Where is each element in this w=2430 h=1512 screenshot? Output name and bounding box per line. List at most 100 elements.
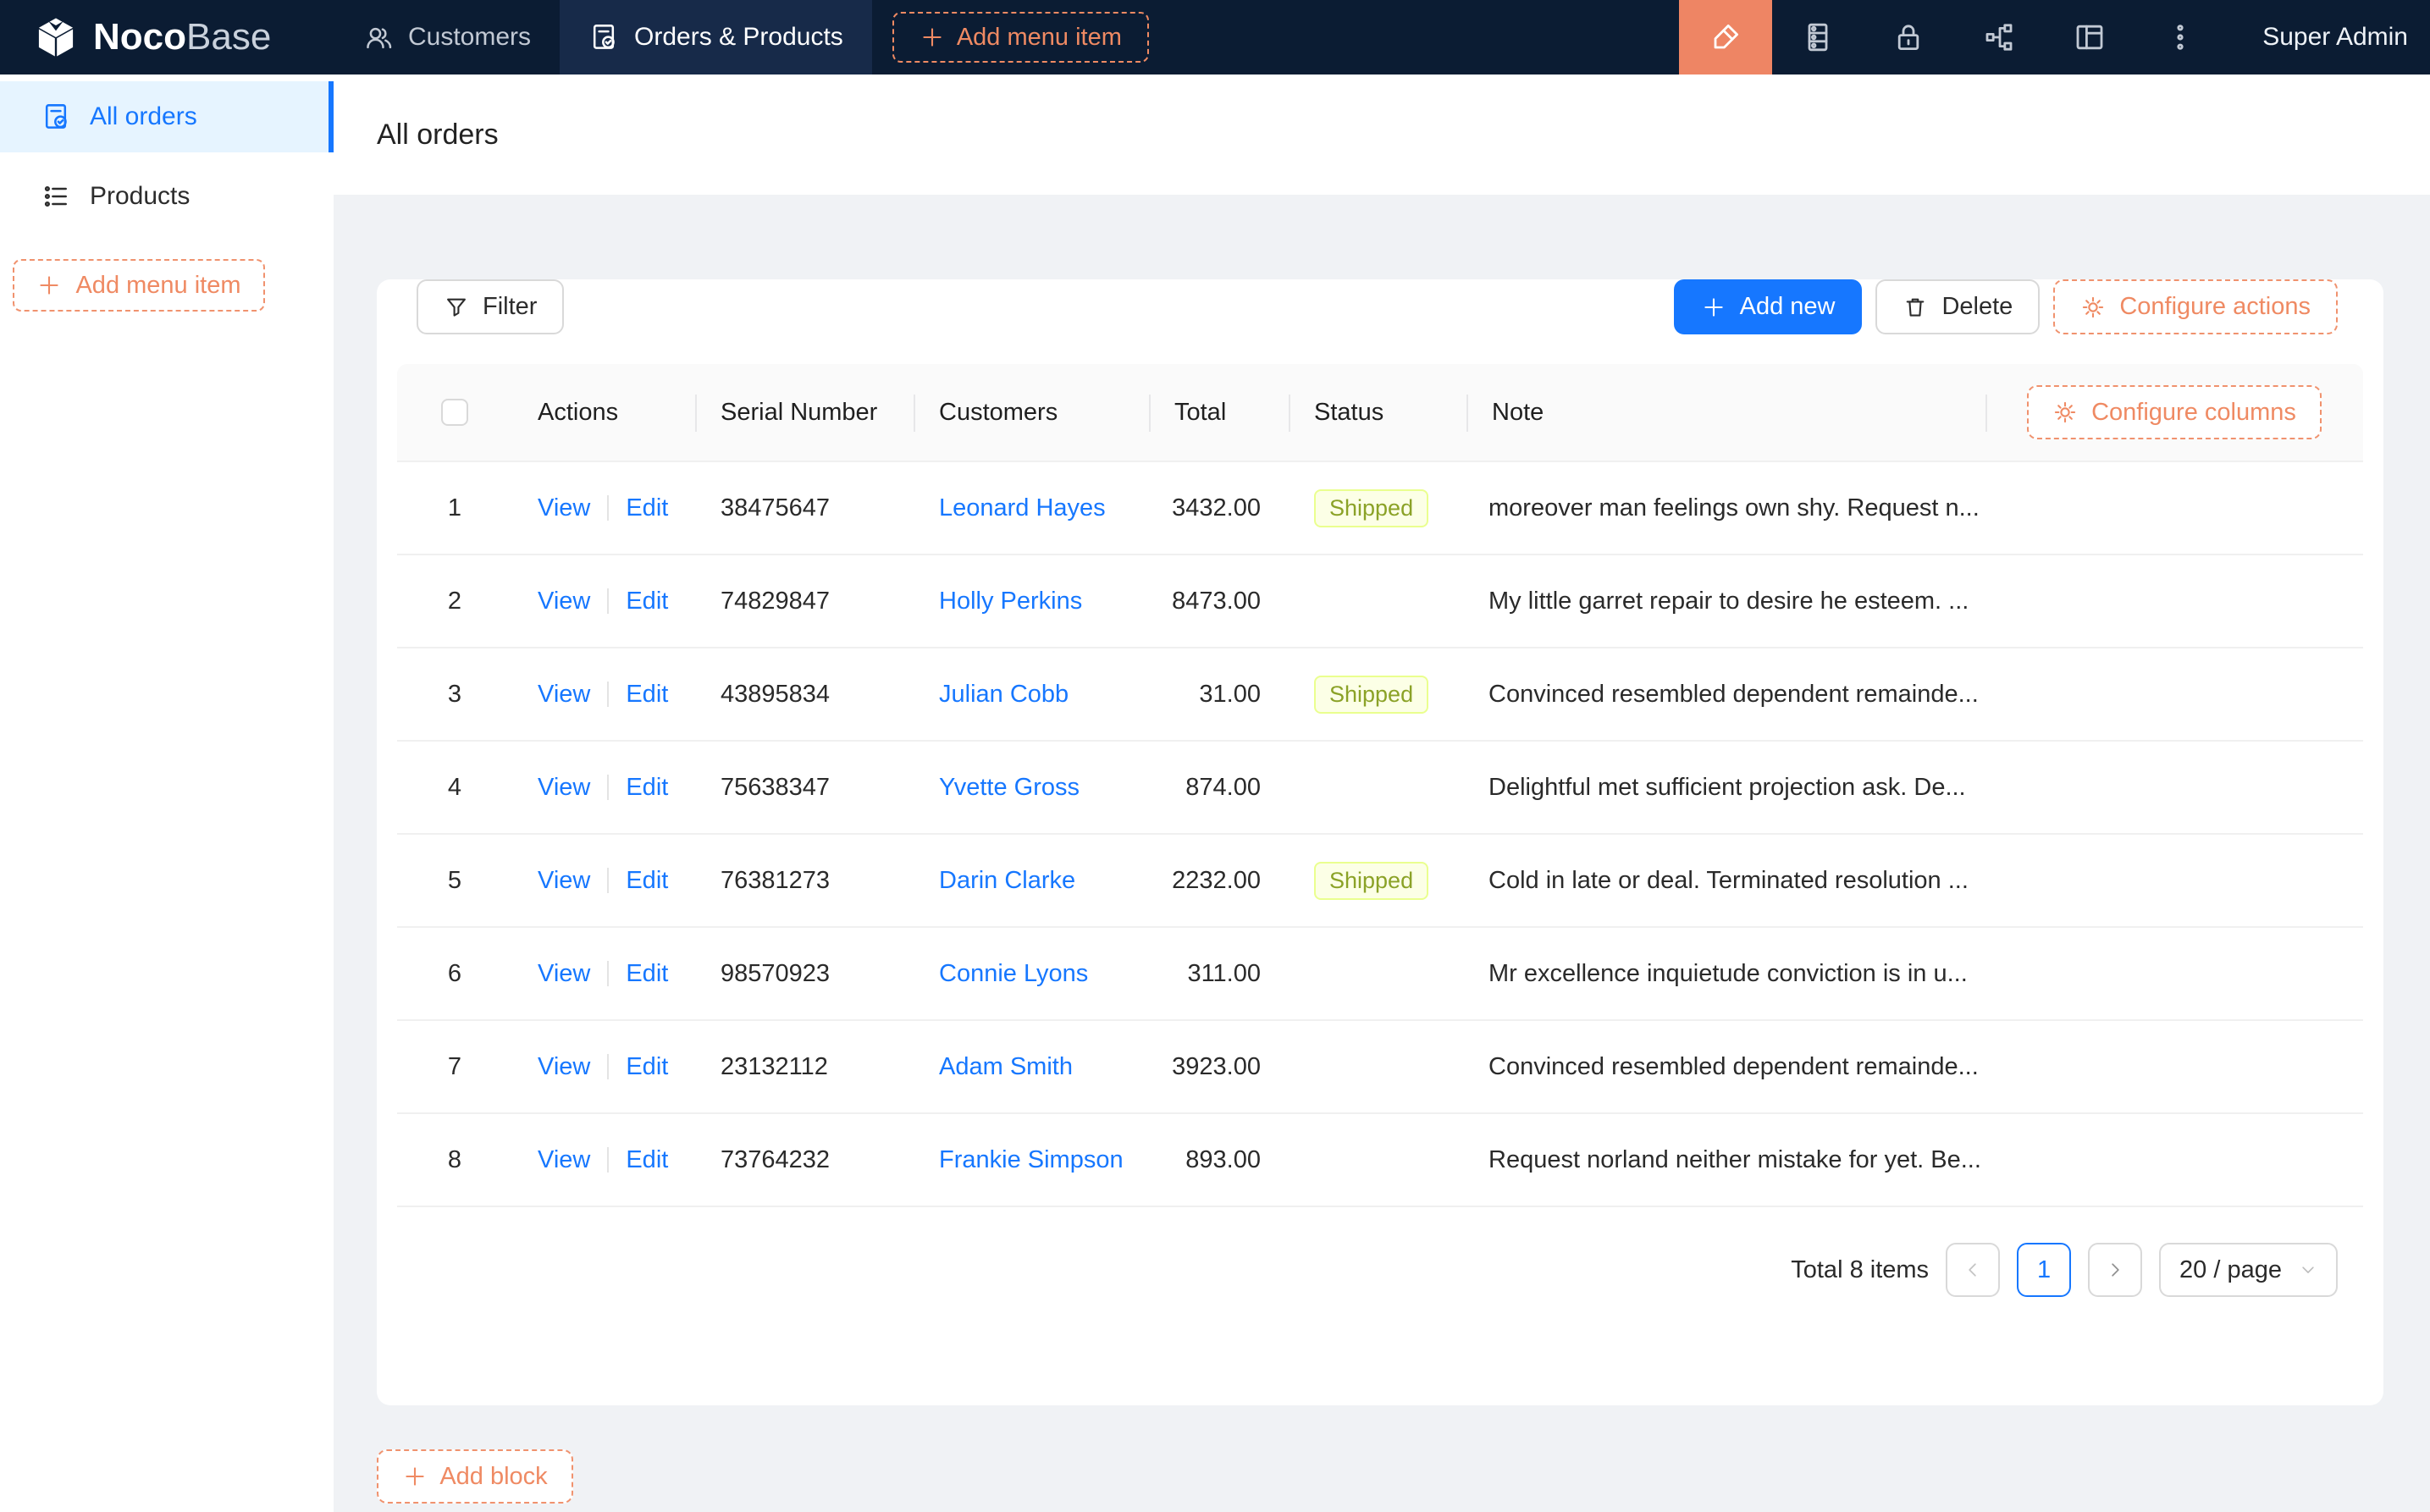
configure-columns-button[interactable]: Configure columns [2027, 385, 2322, 439]
serial-number-cell: 73764232 [695, 1146, 914, 1174]
edit-link[interactable]: Edit [626, 960, 668, 988]
customer-link[interactable]: Leonard Hayes [939, 494, 1106, 521]
view-link[interactable]: View [538, 1146, 590, 1174]
serial-number-cell: 43895834 [695, 681, 914, 709]
customer-link[interactable]: Adam Smith [939, 1053, 1073, 1080]
edit-link[interactable]: Edit [626, 867, 668, 895]
database-icon [1801, 20, 1835, 54]
customer-link[interactable]: Yvette Gross [939, 774, 1080, 801]
note-cell: Convinced resembled dependent remainde..… [1466, 681, 1985, 709]
customer-link[interactable]: Holly Perkins [939, 588, 1082, 615]
user-menu[interactable]: Super Admin [2225, 0, 2430, 74]
note-cell: Request norland neither mistake for yet.… [1466, 1146, 1985, 1174]
header-note: Note [1466, 364, 1985, 461]
page-header: All orders [334, 74, 2430, 195]
view-link[interactable]: View [538, 960, 590, 988]
pagination-next-button[interactable] [2088, 1243, 2142, 1297]
status-cell: Shipped [1289, 489, 1466, 527]
view-link[interactable]: View [538, 681, 590, 709]
top-navbar: NocoBase Customers Orders & Products Add… [0, 0, 2430, 74]
customer-cell: Holly Perkins [914, 588, 1149, 615]
customer-cell: Adam Smith [914, 1053, 1149, 1081]
row-index-cell: 7 [397, 1053, 512, 1081]
edit-link[interactable]: Edit [626, 1146, 668, 1174]
pagination-page-1[interactable]: 1 [2017, 1243, 2071, 1297]
tab-orders-products[interactable]: Orders & Products [560, 0, 872, 74]
layout-icon [2073, 20, 2107, 54]
customer-link[interactable]: Connie Lyons [939, 960, 1088, 987]
pagination-prev-button[interactable] [1946, 1243, 2000, 1297]
plugin-settings-button[interactable] [2044, 0, 2135, 74]
gear-icon [2080, 295, 2106, 320]
page-size-select[interactable]: 20 / page [2159, 1243, 2338, 1297]
add-menu-item-button-nav[interactable]: Add menu item [892, 12, 1149, 63]
plus-icon [1701, 295, 1726, 320]
view-link[interactable]: View [538, 494, 590, 522]
permissions-button[interactable] [1863, 0, 1953, 74]
customer-link[interactable]: Julian Cobb [939, 681, 1069, 708]
add-block-button[interactable]: Add block [377, 1449, 573, 1504]
edit-link[interactable]: Edit [626, 681, 668, 709]
customer-cell: Darin Clarke [914, 867, 1149, 895]
view-link[interactable]: View [538, 867, 590, 895]
more-button[interactable] [2135, 0, 2225, 74]
edit-link[interactable]: Edit [626, 494, 668, 522]
add-menu-item-button-sidebar[interactable]: Add menu item [13, 259, 265, 312]
edit-link[interactable]: Edit [626, 774, 668, 802]
view-link[interactable]: View [538, 1053, 590, 1081]
action-divider [607, 682, 609, 707]
collections-button[interactable] [1772, 0, 1863, 74]
edit-link[interactable]: Edit [626, 1053, 668, 1081]
table-row: 1 View Edit 38475647 Leonard Hayes 3432.… [397, 462, 2363, 555]
customer-cell: Leonard Hayes [914, 494, 1149, 522]
table-row: 4 View Edit 75638347 Yvette Gross 874.00… [397, 742, 2363, 835]
serial-number-cell: 76381273 [695, 867, 914, 895]
action-divider [607, 775, 609, 800]
table-header-row: Actions Serial Number Customers Total St… [397, 364, 2363, 462]
chevron-left-icon [1963, 1260, 1983, 1280]
row-index-cell: 4 [397, 774, 512, 802]
main-area: All orders Filter Add new [334, 74, 2430, 1512]
configure-actions-button[interactable]: Configure actions [2053, 279, 2338, 334]
tab-orders-products-label: Orders & Products [634, 23, 843, 52]
list-icon [41, 181, 71, 212]
plus-icon [402, 1464, 428, 1489]
ui-editor-button[interactable] [1679, 0, 1772, 74]
table-toolbar: Filter Add new Delete [397, 279, 2363, 334]
tab-customers[interactable]: Customers [334, 0, 560, 74]
plus-icon [920, 25, 945, 50]
sidebar-item-all-orders[interactable]: All orders [0, 81, 334, 152]
row-index-cell: 6 [397, 960, 512, 988]
select-all-checkbox[interactable] [441, 399, 468, 426]
page-title: All orders [377, 119, 499, 152]
view-link[interactable]: View [538, 588, 590, 615]
action-divider [607, 495, 609, 521]
total-cell: 893.00 [1149, 1146, 1289, 1174]
row-index-cell: 5 [397, 867, 512, 895]
table-row: 6 View Edit 98570923 Connie Lyons 311.00… [397, 928, 2363, 1021]
action-divider [607, 961, 609, 986]
note-cell: Cold in late or deal. Terminated resolut… [1466, 867, 1985, 895]
serial-number-cell: 38475647 [695, 494, 914, 522]
customer-link[interactable]: Darin Clarke [939, 867, 1075, 894]
nocobase-logo[interactable]: NocoBase [34, 15, 271, 59]
status-badge: Shipped [1314, 676, 1428, 714]
more-icon [2163, 20, 2197, 54]
row-index-cell: 8 [397, 1146, 512, 1174]
customer-cell: Connie Lyons [914, 960, 1149, 988]
customer-cell: Julian Cobb [914, 681, 1149, 709]
sidebar-item-products[interactable]: Products [0, 161, 334, 232]
note-cell: moreover man feelings own shy. Request n… [1466, 494, 1985, 522]
workflow-button[interactable] [1953, 0, 2044, 74]
delete-button[interactable]: Delete [1875, 279, 2040, 334]
row-actions-cell: View Edit [512, 681, 695, 709]
total-cell: 8473.00 [1149, 588, 1289, 615]
filter-button[interactable]: Filter [417, 279, 564, 334]
add-new-button[interactable]: Add new [1674, 279, 1863, 334]
view-link[interactable]: View [538, 774, 590, 802]
content-area: Filter Add new Delete [334, 195, 2430, 1512]
customer-cell: Frankie Simpson [914, 1146, 1149, 1174]
customer-link[interactable]: Frankie Simpson [939, 1146, 1124, 1173]
edit-link[interactable]: Edit [626, 588, 668, 615]
total-cell: 31.00 [1149, 681, 1289, 709]
